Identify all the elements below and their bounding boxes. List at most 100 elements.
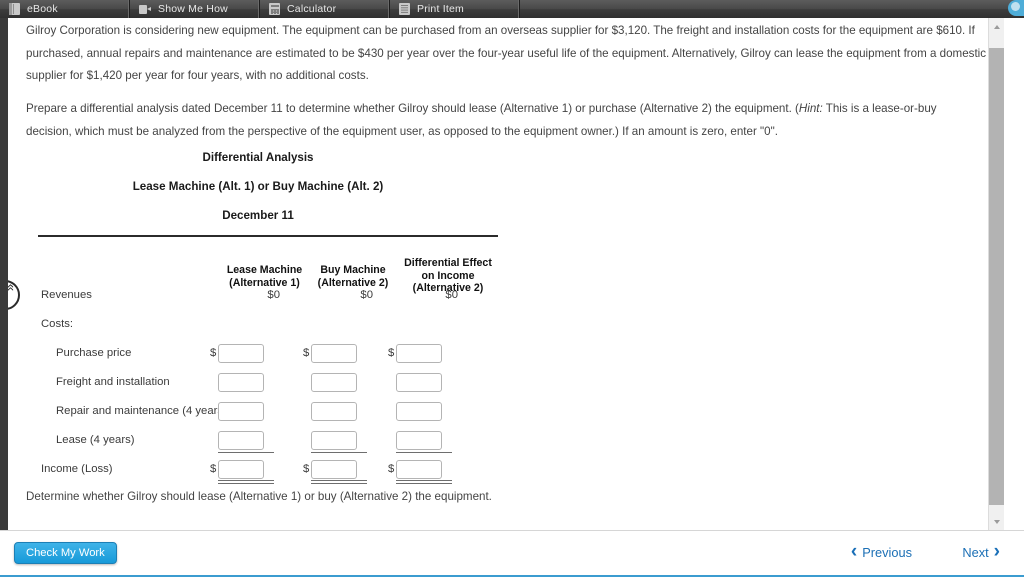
table-row: Repair and maintenance (4 years) [8, 397, 528, 426]
lease-input-col2[interactable] [311, 431, 357, 450]
scrollbar-down-button[interactable] [989, 513, 1004, 530]
freight-input-col1[interactable] [218, 373, 264, 392]
row-label-income-loss: Income (Loss) [41, 463, 113, 475]
column-header-line: Differential Effect [404, 257, 492, 269]
calculator-icon [269, 3, 280, 15]
dollar-sign: $ [388, 463, 395, 475]
subtotal-rule-col3 [396, 452, 452, 453]
income-input-col3[interactable] [396, 460, 442, 479]
problem-paragraph-1: Gilroy Corporation is considering new eq… [26, 20, 988, 88]
purchase-price-input-col3[interactable] [396, 344, 442, 363]
lease-cell-col2 [311, 431, 357, 450]
dollar-sign: $ [388, 347, 395, 359]
purchase-price-input-col2[interactable] [311, 344, 357, 363]
problem-paragraph-2-text-a: Prepare a differential analysis dated De… [26, 102, 799, 115]
up-arrow-icon [993, 24, 1000, 29]
toolbar-tab-label: Calculator [287, 3, 337, 15]
freight-input-col2[interactable] [311, 373, 357, 392]
table-row: Income (Loss) $ $ $ [8, 455, 528, 484]
table-title-line-1: Differential Analysis [202, 151, 314, 164]
table-title-line-3: December 11 [222, 209, 294, 222]
purchase-price-cell-col2: $ [303, 344, 357, 363]
footer-bar: Check My Work ‹ Previous Next › [0, 530, 1024, 577]
income-cell-col3: $ [388, 460, 442, 479]
purchase-price-cell-col1: $ [210, 344, 264, 363]
video-icon [139, 5, 151, 14]
freight-cell-col3 [396, 373, 442, 392]
table-top-rule [38, 235, 498, 237]
revenues-value-col3: $0 [445, 289, 458, 301]
next-button-label: Next [962, 544, 989, 560]
column-header-line: Buy Machine [320, 264, 386, 276]
table-row: Lease (4 years) [8, 426, 528, 455]
row-label-lease-4-years: Lease (4 years) [56, 434, 135, 446]
book-icon [9, 3, 20, 15]
previous-button-label: Previous [862, 544, 912, 560]
total-rule-col3 [396, 480, 452, 484]
lease-cell-col3 [396, 431, 442, 450]
column-header-line: Lease Machine [226, 264, 303, 276]
closing-question: Determine whether Gilroy should lease (A… [26, 490, 492, 503]
row-label-purchase-price: Purchase price [56, 347, 132, 359]
differential-analysis-table: Differential Analysis Lease Machine (Alt… [8, 143, 528, 484]
down-arrow-icon [993, 519, 1000, 524]
toolbar-tab-label: eBook [27, 3, 58, 15]
freight-cell-col1 [218, 373, 264, 392]
toolbar-tab-label: Print Item [417, 3, 464, 15]
tool-toolbar: eBook Show Me How Calculator Print Item [0, 0, 1024, 18]
table-row: Freight and installation [8, 368, 528, 397]
subtotal-rule-col2 [311, 452, 367, 453]
income-input-col2[interactable] [311, 460, 357, 479]
subtotal-rule-col1 [218, 452, 274, 453]
chevron-right-icon: › [993, 541, 1000, 562]
repair-input-col1[interactable] [218, 402, 264, 421]
dollar-sign: $ [303, 463, 310, 475]
freight-input-col3[interactable] [396, 373, 442, 392]
left-rail-divider [0, 18, 8, 530]
check-my-work-button[interactable]: Check My Work [14, 542, 117, 564]
repair-cell-col3 [396, 402, 442, 421]
table-row: Costs: [8, 310, 528, 339]
row-label-freight-and-installation: Freight and installation [56, 376, 170, 388]
hint-label: Hint: [798, 102, 823, 115]
revenues-value-col1: $0 [267, 289, 280, 301]
previous-button[interactable]: ‹ Previous [850, 541, 912, 562]
toolbar-tab-ebook[interactable]: eBook [0, 0, 130, 18]
scrollbar-thumb[interactable] [989, 48, 1004, 505]
toolbar-tab-calculator[interactable]: Calculator [260, 0, 390, 18]
document-icon [399, 3, 410, 15]
income-cell-col2: $ [303, 460, 357, 479]
row-label-revenues: Revenues [41, 289, 92, 301]
repair-input-col3[interactable] [396, 402, 442, 421]
revenues-value-col2: $0 [360, 289, 373, 301]
scrollbar-up-button[interactable] [989, 18, 1004, 35]
purchase-price-input-col1[interactable] [218, 344, 264, 363]
help-bubble-icon[interactable] [1008, 0, 1024, 16]
question-scroll-area: Gilroy Corporation is considering new eq… [8, 18, 1004, 530]
dollar-sign: $ [210, 463, 217, 475]
row-label-repair-and-maintenance: Repair and maintenance (4 years) [56, 405, 227, 417]
repair-cell-col2 [311, 402, 357, 421]
lease-input-col1[interactable] [218, 431, 264, 450]
dollar-sign: $ [210, 347, 217, 359]
chevron-left-icon: ‹ [850, 541, 858, 562]
income-input-col1[interactable] [218, 460, 264, 479]
table-row: Purchase price $ $ $ [8, 339, 528, 368]
lease-input-col3[interactable] [396, 431, 442, 450]
repair-cell-col1 [218, 402, 264, 421]
freight-cell-col2 [311, 373, 357, 392]
toolbar-tab-label: Show Me How [158, 3, 228, 15]
problem-paragraph-2: Prepare a differential analysis dated De… [26, 98, 978, 143]
vertical-scrollbar[interactable] [988, 18, 1004, 530]
toolbar-tab-print-item[interactable]: Print Item [390, 0, 520, 18]
toolbar-tab-show-me-how[interactable]: Show Me How [130, 0, 260, 18]
dollar-sign: $ [303, 347, 310, 359]
table-header-row: Lease Machine (Alternative 1) Buy Machin… [8, 241, 528, 294]
lease-cell-col1 [218, 431, 264, 450]
total-rule-col1 [218, 480, 274, 484]
repair-input-col2[interactable] [311, 402, 357, 421]
total-rule-col2 [311, 480, 367, 484]
table-title-line-2: Lease Machine (Alt. 1) or Buy Machine (A… [132, 180, 384, 193]
next-button[interactable]: Next › [962, 541, 1000, 562]
question-page: Gilroy Corporation is considering new eq… [0, 18, 1024, 577]
